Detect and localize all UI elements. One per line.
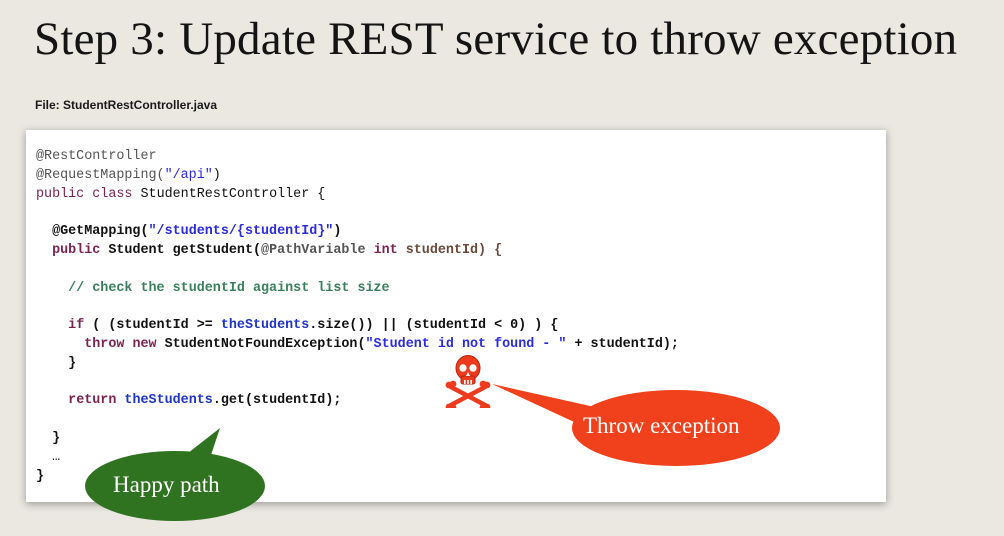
- skull-crossbones-icon: [445, 355, 491, 408]
- if-keyword: if: [68, 318, 85, 334]
- class-name: StudentRestController {: [140, 186, 326, 202]
- exception-message-string: "Student id not found - ": [365, 336, 567, 352]
- class-keyword: class: [92, 186, 133, 202]
- code-line-6: public Student getStudent(@PathVariable …: [36, 242, 679, 261]
- file-label: File: StudentRestController.java: [35, 98, 218, 112]
- throw-keyword: throw: [84, 336, 125, 352]
- code-line-5: @GetMapping("/students/{studentId}"): [36, 223, 679, 242]
- code-line-1: @RestController: [36, 148, 679, 167]
- request-mapping-annotation: @RequestMapping(: [36, 167, 165, 183]
- public-keyword: public: [36, 186, 85, 202]
- new-keyword: new: [132, 336, 157, 352]
- public-keyword: public: [52, 242, 101, 258]
- api-path-string: "/api": [164, 167, 213, 183]
- students-path-string: "/students/{studentId}": [148, 224, 334, 240]
- slide-title: Step 3: Update REST service to throw exc…: [34, 13, 958, 65]
- code-line-2: @RequestMapping("/api"): [36, 167, 679, 186]
- students-field: theStudents: [124, 393, 213, 409]
- method-signature: getStudent(: [172, 242, 262, 258]
- throw-exception-label: Throw exception: [583, 413, 740, 438]
- path-variable-annotation: @PathVariable: [261, 242, 366, 258]
- int-keyword: int: [373, 242, 398, 258]
- close-paren: ): [212, 167, 221, 183]
- exception-class-name: StudentNotFoundException(: [164, 336, 366, 352]
- return-keyword: return: [68, 393, 117, 409]
- code-line-8: // check the studentId against list size: [36, 280, 679, 299]
- close-paren: ): [333, 224, 342, 240]
- close-brace: }: [68, 355, 77, 371]
- happy-path-label: Happy path: [113, 472, 220, 497]
- exception-tail: + studentId);: [566, 336, 679, 352]
- ellipsis: …: [52, 449, 61, 465]
- code-line-3: public class StudentRestController {: [36, 186, 679, 205]
- condition-open: ( (studentId >=: [84, 318, 221, 334]
- close-brace: }: [36, 468, 45, 484]
- rest-controller-annotation: @RestController: [36, 149, 157, 164]
- code-line-10: if ( (studentId >= theStudents.size()) |…: [36, 317, 679, 336]
- get-mapping-annotation: @GetMapping(: [52, 224, 149, 240]
- return-tail: .get(studentId);: [212, 393, 342, 409]
- close-brace: }: [52, 430, 61, 446]
- param-name: studentId) {: [405, 242, 503, 258]
- code-line-12: }: [36, 355, 679, 374]
- code-line-11: throw new StudentNotFoundException("Stud…: [36, 336, 679, 355]
- code-comment: // check the studentId against list size: [68, 280, 390, 296]
- condition-rest: .size()) || (studentId < 0) ) {: [309, 318, 559, 334]
- return-type: Student: [108, 242, 165, 258]
- students-field: theStudents: [220, 318, 310, 334]
